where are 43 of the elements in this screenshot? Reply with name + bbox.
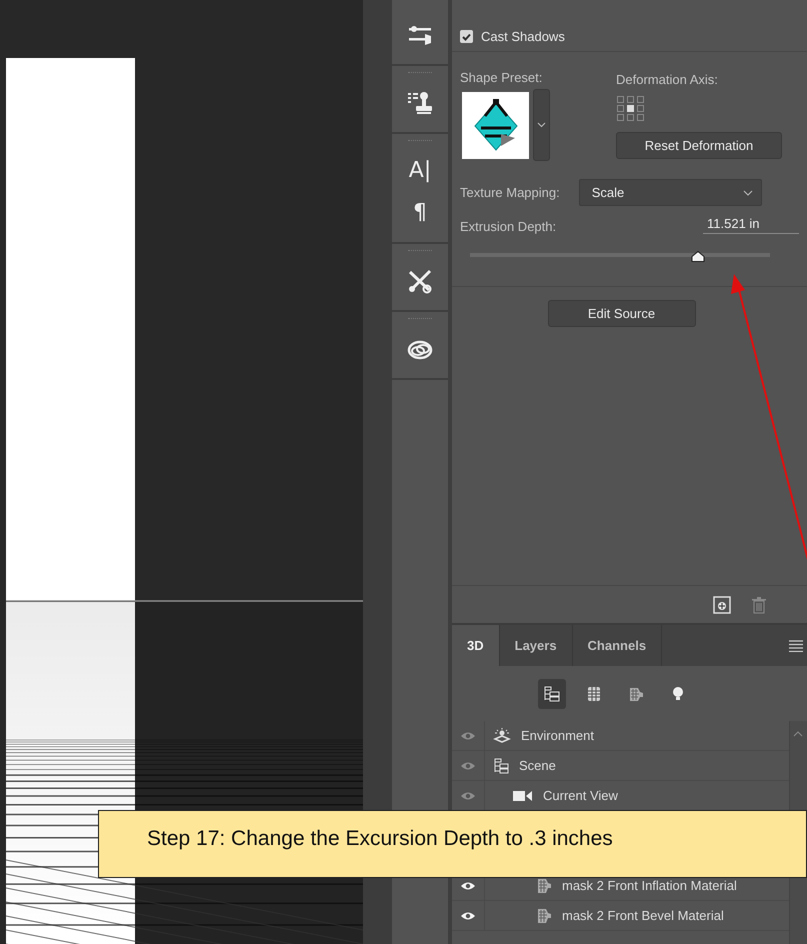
texture-mapping-dropdown[interactable]: Scale: [578, 179, 762, 206]
video-camera-icon: [513, 790, 533, 802]
scene-tree-icon: [542, 686, 560, 702]
menu-icon[interactable]: [789, 640, 803, 652]
slider-thumb[interactable]: [690, 251, 706, 262]
sun-horizon-icon: [493, 728, 511, 744]
axis-grid-icon[interactable]: [616, 95, 646, 123]
scissors-wrench-icon[interactable]: [407, 268, 433, 294]
lightbulb-icon: [672, 686, 684, 702]
stamp-icon[interactable]: [407, 91, 433, 115]
render-icon[interactable]: [713, 596, 731, 614]
cast-shadows-checkbox[interactable]: [460, 30, 473, 43]
extrusion-depth-label: Extrusion Depth:: [460, 219, 556, 234]
extrusion-depth-field[interactable]: 11.521 in: [703, 216, 799, 234]
texture-mapping-label: Texture Mapping:: [460, 185, 560, 200]
deformation-axis-label: Deformation Axis:: [616, 72, 719, 87]
callout-text: Step 17: Change the Excursion Depth to .3 inches: [147, 827, 613, 850]
text-tool-glyph[interactable]: ¶: [413, 202, 427, 224]
scene-tree-icon: [493, 758, 509, 774]
eye-icon[interactable]: [460, 910, 476, 920]
reset-deformation-button[interactable]: Reset Deformation: [616, 132, 782, 159]
sliders-icon[interactable]: [407, 24, 433, 46]
chevron-down-icon: [537, 122, 546, 128]
shape-preview-thumbnail[interactable]: [462, 92, 529, 159]
grid-block-icon: [586, 686, 600, 702]
panel-tab[interactable]: 3D: [452, 625, 500, 666]
chevron-down-icon: [742, 190, 753, 196]
checkered-material-icon: [538, 878, 552, 892]
cast-shadows-label: Cast Shadows: [481, 29, 565, 44]
filter-button[interactable]: [538, 678, 566, 708]
checkered-material-icon: [628, 686, 644, 702]
edit-source-button[interactable]: Edit Source: [548, 300, 696, 327]
text-tool-glyph[interactable]: A|: [408, 160, 432, 182]
layer-name[interactable]: mask 2 Front Bevel Material: [562, 908, 724, 923]
shape-preset-label: Shape Preset:: [460, 70, 544, 85]
layer-name[interactable]: mask 2 Front Inflation Material: [562, 878, 737, 893]
chevron-up-icon[interactable]: [793, 731, 803, 737]
eye-icon[interactable]: [460, 880, 476, 890]
layer-name[interactable]: Environment: [521, 728, 594, 743]
layer-name[interactable]: Current View: [543, 788, 618, 803]
checkered-material-icon: [538, 908, 552, 922]
checkmark-icon: [462, 32, 471, 40]
layer-name[interactable]: Scene: [519, 758, 556, 773]
